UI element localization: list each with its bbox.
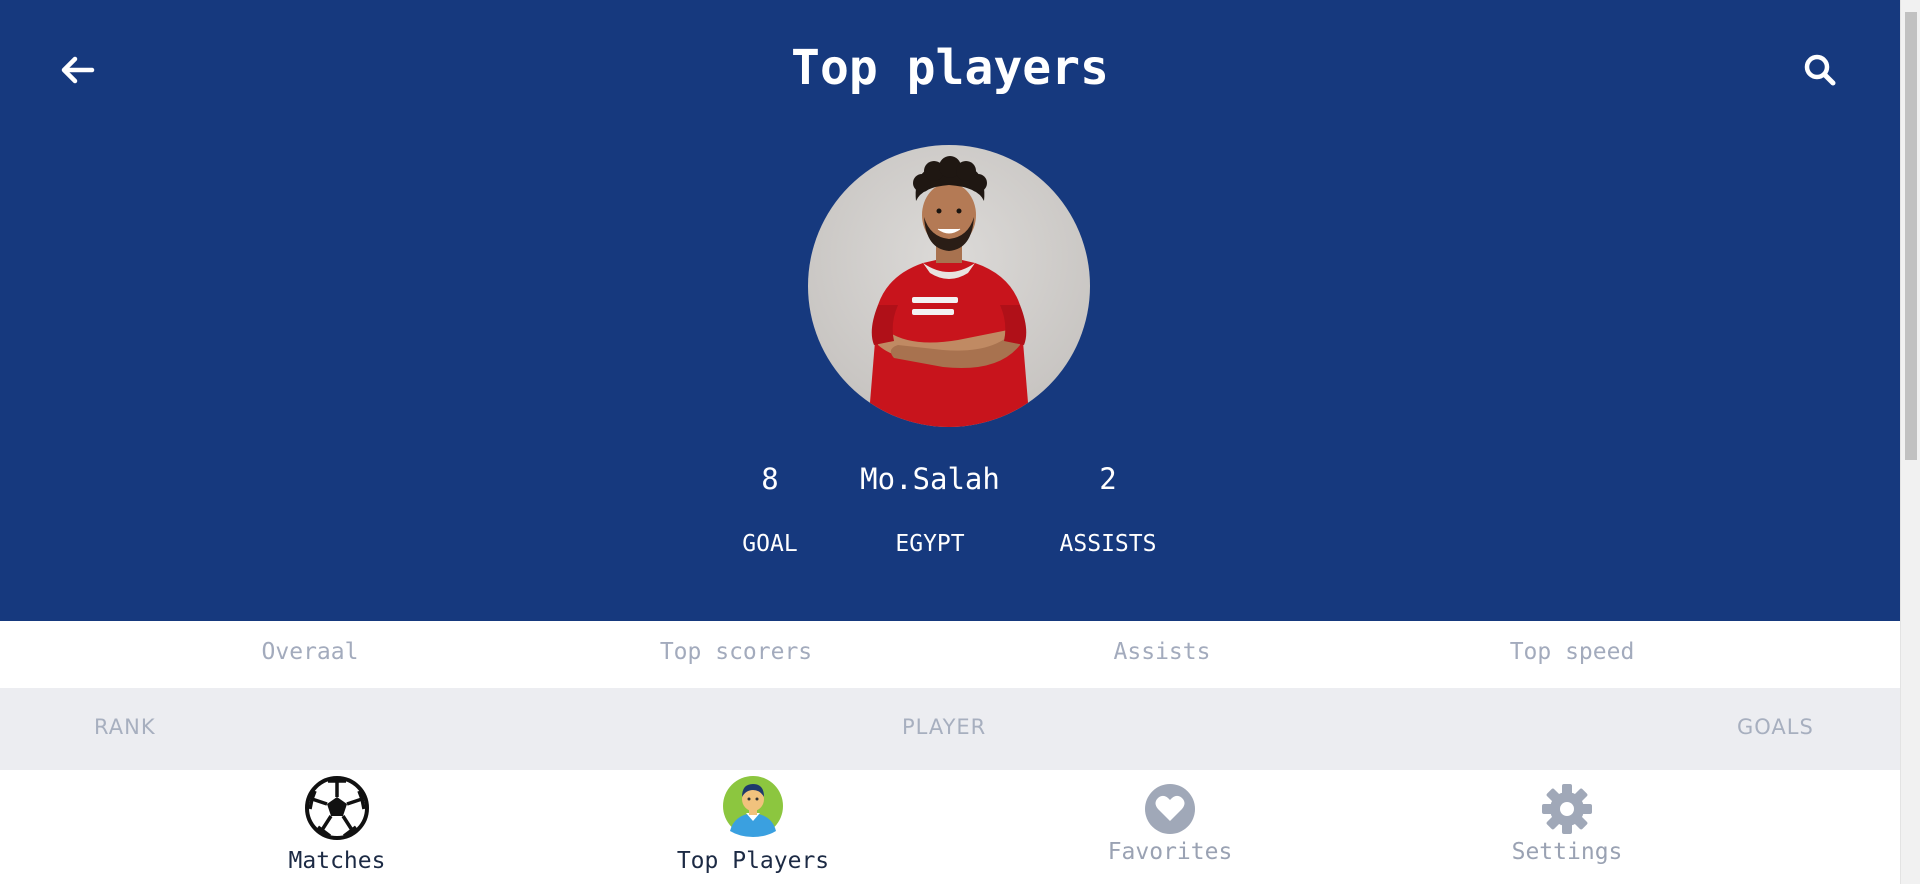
gear-icon xyxy=(1542,784,1592,834)
search-icon xyxy=(1804,54,1836,86)
heart-icon xyxy=(1145,784,1195,834)
tab-top-speed[interactable]: Top speed xyxy=(1482,639,1662,665)
player-country: EGYPT xyxy=(895,531,965,557)
player-name: Mo.Salah xyxy=(860,462,1000,496)
tab-assists[interactable]: Assists xyxy=(1082,639,1242,665)
page-title: Top players xyxy=(791,40,1109,96)
nav-matches[interactable]: Matches xyxy=(217,770,457,884)
search-button[interactable] xyxy=(1800,50,1840,90)
goals-label: GOAL xyxy=(742,531,798,557)
column-rank: RANK xyxy=(94,715,156,739)
assists-value: 2 xyxy=(1099,462,1117,496)
table-header: RANK PLAYER GOALS xyxy=(0,688,1900,770)
nav-top-players[interactable]: Top Players xyxy=(633,770,873,884)
player-photo xyxy=(808,145,1090,427)
nav-settings[interactable]: Settings xyxy=(1447,770,1687,884)
tab-overaal[interactable]: Overaal xyxy=(230,639,390,665)
nav-label-matches: Matches xyxy=(288,848,386,874)
player-avatar-icon xyxy=(723,776,783,837)
nav-label-settings: Settings xyxy=(1511,839,1623,865)
soccer-ball-icon xyxy=(305,776,369,840)
nav-favorites[interactable]: Favorites xyxy=(1050,770,1290,884)
assists-label: ASSISTS xyxy=(1059,531,1157,557)
player-portrait-image xyxy=(868,156,1030,427)
tab-top-scorers[interactable]: Top scorers xyxy=(636,639,836,665)
nav-label-top-players: Top Players xyxy=(676,848,830,874)
column-player: PLAYER xyxy=(902,715,987,739)
scrollbar-thumb[interactable] xyxy=(1905,12,1917,460)
player-header: Top players 8 Mo.Salah 2 GOAL EGYPT ASSI… xyxy=(0,0,1900,621)
column-goals: GOALS xyxy=(1737,715,1814,739)
app-screen: Top players 8 Mo.Salah 2 GOAL EGYPT ASSI… xyxy=(0,0,1900,884)
stats-tabs: Overaal Top scorers Assists Top speed xyxy=(0,621,1900,688)
goals-value: 8 xyxy=(761,462,779,496)
vertical-scrollbar[interactable] xyxy=(1900,0,1920,884)
nav-label-favorites: Favorites xyxy=(1107,839,1233,865)
bottom-navigation: Matches Top Players Favorites Settings xyxy=(0,770,1900,884)
